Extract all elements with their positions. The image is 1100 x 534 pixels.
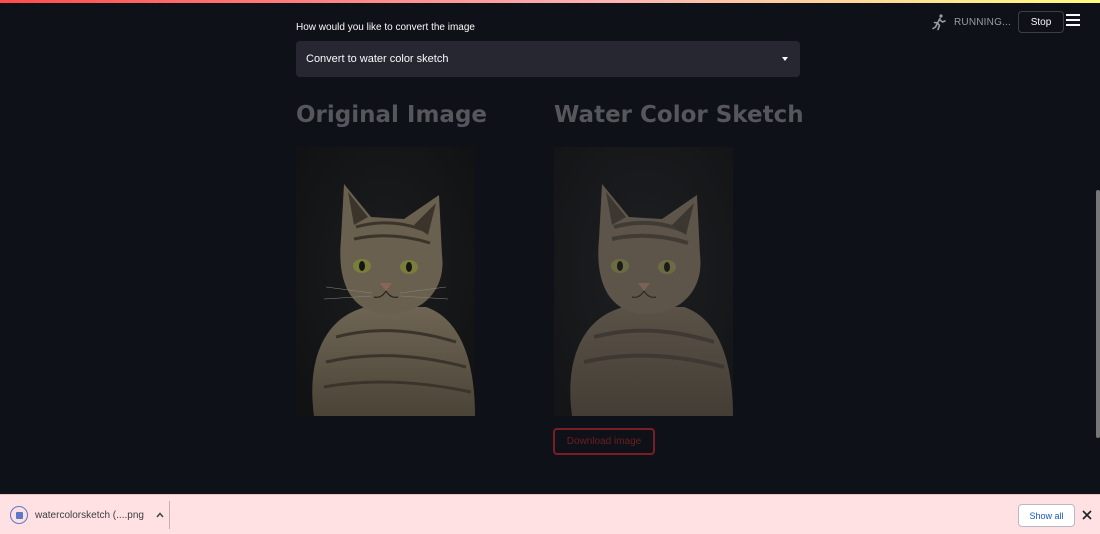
running-person-icon <box>932 14 946 31</box>
download-shelf: watercolorsketch (....png Show all <box>0 494 1100 534</box>
status-widget: RUNNING... Stop <box>930 11 1064 33</box>
show-all-button[interactable]: Show all <box>1018 504 1075 527</box>
original-image-heading: Original Image <box>296 102 488 128</box>
shelf-divider <box>169 501 170 529</box>
scrollbar-thumb[interactable] <box>1096 190 1100 438</box>
download-image-button[interactable]: Download image <box>553 428 655 455</box>
select-value: Convert to water color sketch <box>306 53 449 65</box>
conversion-select[interactable]: Convert to water color sketch <box>296 41 800 77</box>
top-decoration-bar <box>0 0 1100 3</box>
hamburger-menu-icon[interactable] <box>1066 14 1080 28</box>
close-icon[interactable] <box>1082 510 1092 520</box>
caret-down-icon <box>782 57 788 61</box>
select-label: How would you like to convert the image <box>296 22 475 33</box>
watercolor-sketch-image <box>554 147 733 416</box>
stop-button[interactable]: Stop <box>1018 11 1064 33</box>
downloaded-file-item[interactable]: watercolorsketch (....png <box>10 505 164 525</box>
file-icon <box>10 506 28 524</box>
sketch-image-heading: Water Color Sketch <box>554 102 804 128</box>
chevron-up-icon[interactable] <box>156 511 164 519</box>
running-status-text: RUNNING... <box>954 16 1011 28</box>
original-cat-image <box>296 147 475 416</box>
downloaded-file-name: watercolorsketch (....png <box>35 509 144 521</box>
